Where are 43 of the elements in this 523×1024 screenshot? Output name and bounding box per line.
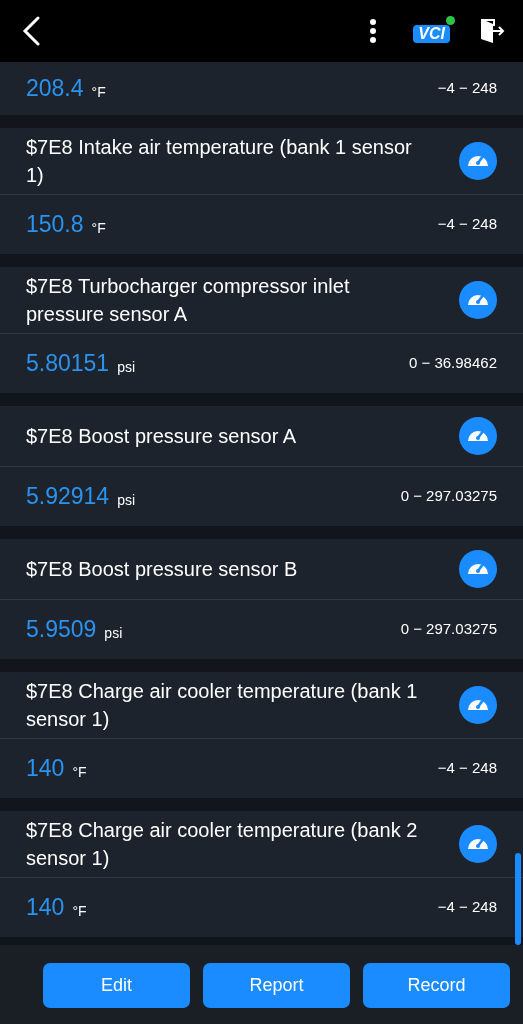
unit-label: psi: [104, 624, 123, 643]
unit-label: °F: [72, 902, 87, 921]
gauge-icon[interactable]: [459, 281, 497, 319]
action-button[interactable]: Record: [363, 963, 510, 1008]
exit-icon[interactable]: [479, 18, 505, 44]
parameter-name: $7E8 Boost pressure sensor B: [26, 557, 299, 582]
parameter-value: 208.4: [26, 74, 84, 104]
parameter-value: 5.9509: [26, 615, 97, 645]
back-icon[interactable]: [22, 16, 40, 46]
unit-label: °F: [91, 219, 106, 238]
scrollbar[interactable]: [515, 853, 521, 945]
vci-logo[interactable]: VCI: [413, 16, 455, 46]
parameter-value: 140: [26, 893, 65, 923]
range-label: −4 − 248: [437, 758, 497, 779]
parameter-value: 150.8: [26, 210, 84, 240]
gauge-icon[interactable]: [459, 686, 497, 724]
gauge-icon[interactable]: [459, 142, 497, 180]
gauge-icon[interactable]: [459, 417, 497, 455]
unit-label: °F: [72, 763, 87, 782]
parameter-value: 5.80151: [26, 349, 110, 379]
unit-label: psi: [117, 491, 136, 510]
range-label: 0 − 297.03275: [400, 486, 497, 507]
status-dot: [446, 16, 455, 25]
parameter-name: $7E8 Charge air cooler temperature (bank 1 sensor 1): [26, 679, 419, 732]
gauge-icon[interactable]: [459, 825, 497, 863]
parameter-name: $7E8 Turbocharger compressor inlet pressure sensor A: [26, 274, 351, 327]
parameter-value: 5.92914: [26, 482, 110, 512]
logo-text: VCI: [413, 25, 450, 43]
parameter-name: $7E8 Intake air temperature (bank 1 sensor 1): [26, 135, 413, 188]
range-label: 0 − 36.98462: [409, 353, 497, 374]
unit-label: psi: [117, 358, 136, 377]
more-icon[interactable]: [369, 18, 378, 44]
unit-label: °F: [91, 83, 106, 102]
action-button[interactable]: Edit: [43, 963, 190, 1008]
range-label: −4 − 248: [437, 897, 497, 918]
range-label: −4 − 248: [437, 214, 497, 235]
range-label: 0 − 297.03275: [400, 619, 497, 640]
parameter-value: 140: [26, 754, 65, 784]
parameter-name: $7E8 Charge air cooler temperature (bank 2 sensor 1): [26, 818, 419, 871]
gauge-icon[interactable]: [459, 550, 497, 588]
action-button[interactable]: Report: [203, 963, 350, 1008]
parameter-name: $7E8 Boost pressure sensor A: [26, 424, 298, 449]
range-label: −4 − 248: [437, 78, 497, 99]
